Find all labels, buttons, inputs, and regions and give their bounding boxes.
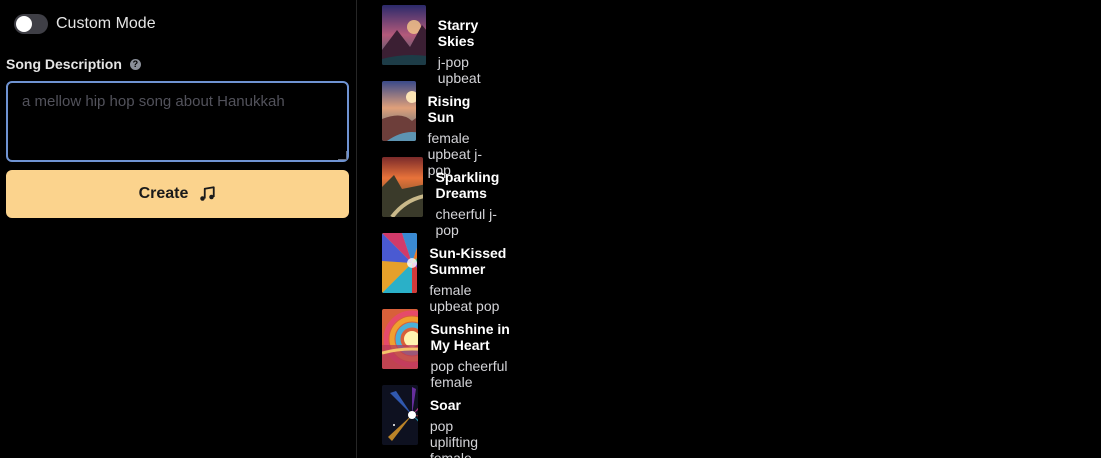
song-description-input[interactable] bbox=[6, 81, 349, 162]
song-cover-image[interactable] bbox=[382, 233, 418, 293]
song-cover-image[interactable] bbox=[382, 81, 416, 141]
music-note-icon bbox=[200, 186, 216, 201]
list-item[interactable]: Starry Skies j-pop upbeat bbox=[382, 5, 497, 86]
song-cover-image[interactable] bbox=[382, 309, 419, 369]
create-panel: Custom Mode Song Description ? Create bbox=[0, 0, 357, 458]
song-description-label: Song Description bbox=[6, 56, 122, 72]
song-cover-image[interactable] bbox=[382, 157, 424, 217]
list-item[interactable]: Sun-Kissed Summer female upbeat pop bbox=[382, 233, 510, 314]
song-description-label-row: Song Description ? bbox=[6, 56, 141, 72]
song-title[interactable]: Soar bbox=[430, 397, 502, 413]
list-item[interactable]: Sparkling Dreams cheerful j-pop bbox=[382, 157, 518, 238]
song-title[interactable]: Starry Skies bbox=[438, 17, 497, 49]
list-item[interactable]: Soar pop uplifting female bbox=[382, 385, 502, 458]
create-button-label: Create bbox=[138, 185, 189, 202]
song-title[interactable]: Rising Sun bbox=[428, 93, 497, 125]
song-cover-image[interactable] bbox=[382, 5, 426, 65]
create-button[interactable]: Create bbox=[6, 170, 349, 218]
toggle-knob bbox=[16, 16, 32, 32]
song-title[interactable]: Sunshine in My Heart bbox=[430, 321, 517, 353]
custom-mode-label: Custom Mode bbox=[56, 15, 156, 32]
song-cover-image[interactable] bbox=[382, 385, 418, 445]
list-item[interactable]: Sunshine in My Heart pop cheerful female bbox=[382, 309, 517, 390]
app-root: Custom Mode Song Description ? Create bbox=[0, 0, 1101, 458]
song-title[interactable]: Sparkling Dreams bbox=[435, 169, 517, 201]
song-tags: pop uplifting female bbox=[429, 418, 479, 458]
song-title[interactable]: Sun-Kissed Summer bbox=[429, 245, 510, 277]
custom-mode-toggle[interactable] bbox=[14, 14, 48, 34]
question-circle-icon[interactable]: ? bbox=[129, 58, 141, 70]
custom-mode-row: Custom Mode bbox=[14, 14, 156, 34]
